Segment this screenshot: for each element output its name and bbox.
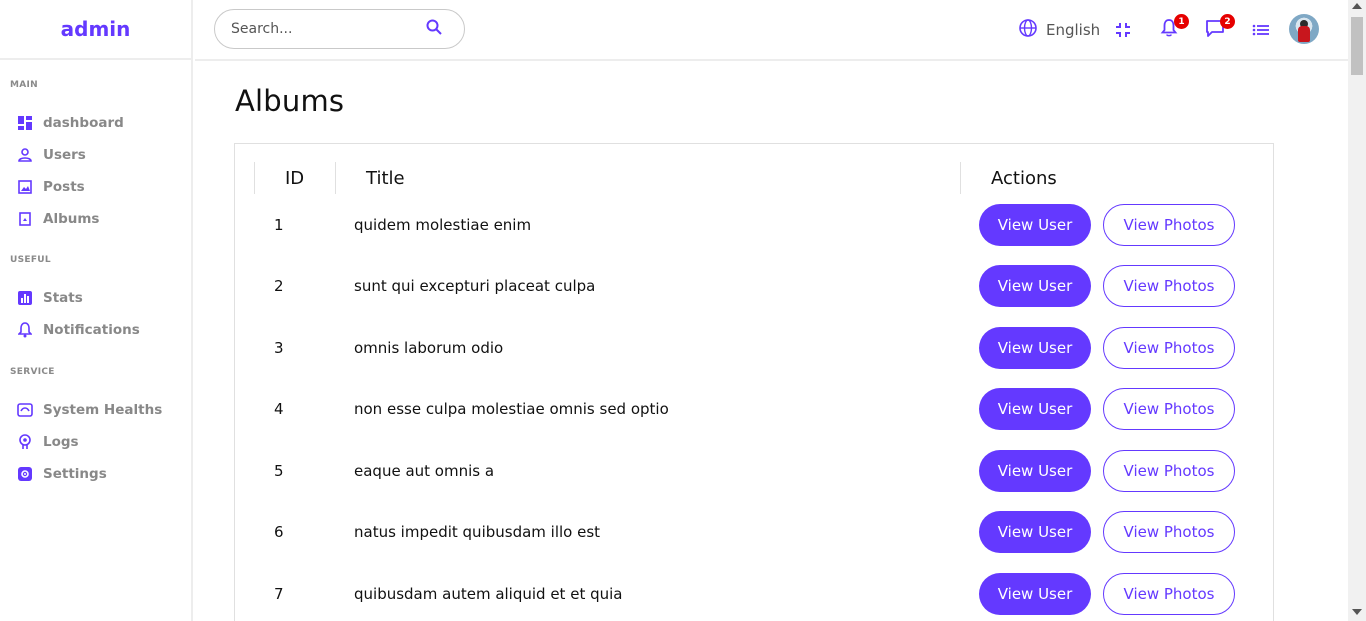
column-divider bbox=[960, 162, 961, 194]
scroll-down-arrow-icon[interactable] bbox=[1352, 609, 1362, 615]
view-user-button[interactable]: View User bbox=[979, 204, 1091, 246]
cell-id: 3 bbox=[274, 339, 284, 357]
page-scrollbar[interactable] bbox=[1348, 0, 1366, 621]
table-row: 5 eaque aut omnis a View User View Photo… bbox=[235, 449, 1273, 493]
nav-main: dashboard Users Posts Albums bbox=[0, 107, 190, 235]
view-photos-button[interactable]: View Photos bbox=[1103, 204, 1235, 246]
logo-container: admin bbox=[0, 0, 191, 60]
scrollbar-thumb[interactable] bbox=[1351, 17, 1363, 75]
view-photos-button[interactable]: View Photos bbox=[1103, 450, 1235, 492]
sidebar-item-notifications[interactable]: Notifications bbox=[0, 314, 190, 346]
dashboard-icon bbox=[17, 115, 33, 131]
search-icon[interactable] bbox=[426, 19, 442, 39]
fullscreen-exit-icon[interactable] bbox=[1112, 19, 1134, 41]
cell-title: sunt qui excepturi placeat culpa bbox=[354, 277, 596, 295]
sidebar-item-albums[interactable]: Albums bbox=[0, 203, 190, 235]
table-row: 3 omnis laborum odio View User View Phot… bbox=[235, 326, 1273, 370]
table-row: 1 quidem molestiae enim View User View P… bbox=[235, 203, 1273, 247]
column-divider bbox=[335, 162, 336, 194]
messages-button[interactable]: 2 bbox=[1204, 14, 1235, 41]
topbar: English 1 2 bbox=[195, 0, 1348, 61]
column-header-id: ID bbox=[285, 167, 305, 189]
system-health-icon bbox=[17, 402, 33, 418]
user-icon bbox=[17, 147, 33, 163]
sidebar-item-label: Posts bbox=[43, 179, 85, 195]
column-header-actions: Actions bbox=[991, 167, 1057, 189]
sidebar-item-dashboard[interactable]: dashboard bbox=[0, 107, 190, 139]
cell-id: 1 bbox=[274, 216, 284, 234]
avatar[interactable] bbox=[1289, 14, 1319, 44]
sidebar-item-label: Stats bbox=[43, 290, 83, 306]
view-photos-button[interactable]: View Photos bbox=[1103, 511, 1235, 553]
cell-title: quidem molestiae enim bbox=[354, 216, 532, 234]
table-row: 6 natus impedit quibusdam illo est View … bbox=[235, 510, 1273, 554]
section-title-useful: USEFUL bbox=[10, 255, 51, 265]
nav-useful: Stats Notifications bbox=[0, 282, 190, 346]
sidebar-item-users[interactable]: Users bbox=[0, 139, 190, 171]
globe-icon bbox=[1018, 18, 1038, 42]
cell-title: natus impedit quibusdam illo est bbox=[354, 523, 601, 541]
view-photos-button[interactable]: View Photos bbox=[1103, 327, 1235, 369]
column-divider bbox=[254, 162, 255, 194]
sidebar-item-settings[interactable]: Settings bbox=[0, 458, 190, 490]
message-badge: 2 bbox=[1220, 14, 1235, 29]
sidebar-item-label: Settings bbox=[43, 466, 107, 482]
search-input[interactable] bbox=[231, 21, 426, 37]
section-title-service: SERVICE bbox=[10, 367, 55, 377]
nav-service: System Healths Logs Settings bbox=[0, 394, 190, 490]
view-photos-button[interactable]: View Photos bbox=[1103, 265, 1235, 307]
cell-title: eaque aut omnis a bbox=[354, 462, 495, 480]
view-photos-button[interactable]: View Photos bbox=[1103, 573, 1235, 615]
view-user-button[interactable]: View User bbox=[979, 327, 1091, 369]
notifications-button[interactable]: 1 bbox=[1158, 14, 1189, 41]
chart-icon bbox=[17, 290, 33, 306]
brain-icon bbox=[17, 434, 33, 450]
sidebar-item-label: Notifications bbox=[43, 322, 140, 338]
cell-id: 6 bbox=[274, 523, 284, 541]
sidebar: admin MAIN dashboard Users Posts Albums … bbox=[0, 0, 193, 621]
sidebar-item-system-healths[interactable]: System Healths bbox=[0, 394, 190, 426]
table-row: 2 sunt qui excepturi placeat culpa View … bbox=[235, 264, 1273, 308]
avatar-body bbox=[1298, 26, 1310, 42]
list-icon[interactable] bbox=[1250, 19, 1272, 41]
notification-badge: 1 bbox=[1174, 14, 1189, 29]
logo[interactable]: admin bbox=[61, 17, 131, 41]
albums-table: ID Title Actions 1 quidem molestiae enim… bbox=[234, 143, 1274, 621]
view-user-button[interactable]: View User bbox=[979, 511, 1091, 553]
bell-icon bbox=[17, 322, 33, 338]
cell-id: 2 bbox=[274, 277, 284, 295]
table-row: 4 non esse culpa molestiae omnis sed opt… bbox=[235, 387, 1273, 431]
cell-id: 7 bbox=[274, 585, 284, 603]
sidebar-item-posts[interactable]: Posts bbox=[0, 171, 190, 203]
sidebar-item-label: Users bbox=[43, 147, 86, 163]
cell-title: omnis laborum odio bbox=[354, 339, 504, 357]
album-icon bbox=[17, 211, 33, 227]
sidebar-item-label: Logs bbox=[43, 434, 79, 450]
language-selector[interactable]: English bbox=[1018, 18, 1100, 42]
column-header-title: Title bbox=[366, 167, 405, 189]
view-user-button[interactable]: View User bbox=[979, 573, 1091, 615]
cell-title: quibusdam autem aliquid et et quia bbox=[354, 585, 623, 603]
sidebar-item-label: Albums bbox=[43, 211, 100, 227]
page-title: Albums bbox=[235, 84, 345, 118]
image-icon bbox=[17, 179, 33, 195]
cell-title: non esse culpa molestiae omnis sed optio bbox=[354, 400, 669, 418]
cell-id: 4 bbox=[274, 400, 284, 418]
cell-id: 5 bbox=[274, 462, 284, 480]
sidebar-item-stats[interactable]: Stats bbox=[0, 282, 190, 314]
view-user-button[interactable]: View User bbox=[979, 450, 1091, 492]
language-label: English bbox=[1046, 21, 1101, 39]
view-photos-button[interactable]: View Photos bbox=[1103, 388, 1235, 430]
sidebar-item-label: System Healths bbox=[43, 402, 163, 418]
scroll-up-arrow-icon[interactable] bbox=[1352, 3, 1362, 9]
section-title-main: MAIN bbox=[10, 80, 39, 90]
view-user-button[interactable]: View User bbox=[979, 265, 1091, 307]
gear-icon bbox=[17, 466, 33, 482]
table-row: 7 quibusdam autem aliquid et et quia Vie… bbox=[235, 572, 1273, 616]
search-box bbox=[214, 9, 465, 49]
view-user-button[interactable]: View User bbox=[979, 388, 1091, 430]
sidebar-item-label: dashboard bbox=[43, 115, 124, 131]
sidebar-item-logs[interactable]: Logs bbox=[0, 426, 190, 458]
